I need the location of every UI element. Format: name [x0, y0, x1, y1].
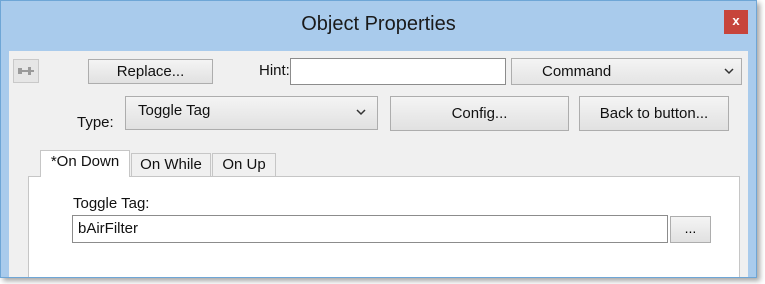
- type-label: Type:: [77, 114, 114, 131]
- browse-tag-button[interactable]: ...: [670, 216, 711, 243]
- command-dropdown[interactable]: Command: [511, 58, 742, 85]
- type-dropdown-value: Toggle Tag: [138, 102, 211, 119]
- hint-input[interactable]: [290, 58, 506, 85]
- window-title: Object Properties: [301, 13, 456, 35]
- close-button[interactable]: x: [724, 10, 748, 34]
- tab-panel-on-down: Toggle Tag: bAirFilter ...: [28, 176, 740, 277]
- object-properties-window: Object Properties x Replace... Hint: Com…: [0, 0, 757, 278]
- tab-on-up[interactable]: On Up: [212, 153, 276, 177]
- replace-button[interactable]: Replace...: [88, 59, 213, 84]
- config-button[interactable]: Config...: [390, 96, 569, 131]
- dialog-body: Replace... Hint: Command Type: Toggle Ta…: [9, 51, 748, 277]
- command-dropdown-value: Command: [542, 63, 612, 80]
- pushpin-button[interactable]: [13, 59, 39, 83]
- type-dropdown[interactable]: Toggle Tag: [125, 96, 378, 130]
- back-to-button-button[interactable]: Back to button...: [579, 96, 729, 131]
- chevron-down-icon: [724, 68, 734, 75]
- title-bar[interactable]: Object Properties x: [1, 1, 756, 51]
- pushpin-icon: [18, 67, 34, 75]
- tab-on-down[interactable]: *On Down: [40, 150, 130, 177]
- chevron-down-icon: [356, 109, 366, 116]
- tab-on-while[interactable]: On While: [131, 153, 211, 177]
- toggle-tag-label: Toggle Tag:: [73, 195, 150, 212]
- toggle-tag-input[interactable]: bAirFilter: [72, 215, 668, 243]
- hint-label: Hint:: [259, 62, 290, 79]
